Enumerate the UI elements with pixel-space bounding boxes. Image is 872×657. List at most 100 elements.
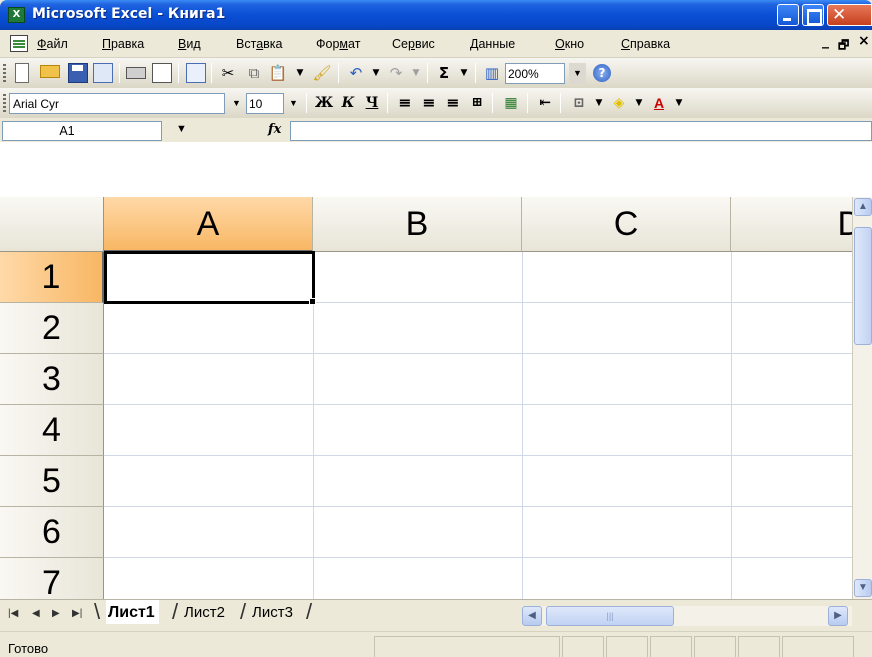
active-cell-a1[interactable] <box>104 251 315 304</box>
scroll-right-icon[interactable]: ▶ <box>828 606 848 626</box>
help-icon[interactable]: ? <box>593 64 611 82</box>
first-sheet-icon[interactable]: |◀ <box>8 608 18 619</box>
doc-restore-icon[interactable]: 🗗 <box>838 36 849 57</box>
name-box[interactable]: A1 <box>2 121 162 141</box>
menu-help[interactable]: Справка <box>621 37 670 51</box>
cells-area[interactable]: A B C D 1 2 3 4 5 6 7 <box>0 197 852 599</box>
currency-style-icon[interactable]: ▦ <box>500 93 522 113</box>
status-text: Готово <box>8 641 49 656</box>
horizontal-scrollbar[interactable]: ◀ ||| ▶ <box>522 606 852 626</box>
horizontal-scroll-thumb[interactable]: ||| <box>546 606 674 626</box>
zoom-select[interactable]: 200% <box>505 63 565 84</box>
menu-view[interactable]: Вид <box>178 37 201 51</box>
font-dropdown-icon[interactable]: ▼ <box>229 93 244 114</box>
fill-handle[interactable] <box>309 298 316 305</box>
font-color-dropdown-icon[interactable]: ▼ <box>668 93 690 113</box>
vertical-scroll-thumb[interactable] <box>854 227 872 345</box>
format-painter-icon[interactable]: 🖌 <box>312 63 332 83</box>
sheet-tab-2[interactable]: Лист2 <box>184 600 225 624</box>
print-preview-icon[interactable] <box>152 63 172 83</box>
merge-center-icon[interactable]: ⊞ <box>466 93 488 113</box>
row-header-2[interactable]: 2 <box>0 303 104 354</box>
row-header-4[interactable]: 4 <box>0 405 104 456</box>
fill-dropdown-icon[interactable]: ▼ <box>628 93 650 113</box>
formula-bar: A1 ▼ fx <box>0 118 872 142</box>
select-all-corner[interactable] <box>0 197 104 252</box>
scroll-left-icon[interactable]: ◀ <box>522 606 542 626</box>
menu-tools[interactable]: Сервис <box>392 37 435 51</box>
research-icon[interactable] <box>186 63 206 83</box>
column-header-c[interactable]: C <box>522 197 731 252</box>
menu-format[interactable]: Формат <box>316 37 360 51</box>
scroll-down-icon[interactable]: ▼ <box>854 579 872 597</box>
sheet-tab-1[interactable]: Лист1 <box>106 600 159 624</box>
new-document-icon[interactable] <box>15 63 29 83</box>
decrease-indent-icon[interactable]: ⇤ <box>534 93 556 113</box>
align-right-icon[interactable]: ≡ <box>442 93 464 113</box>
menu-edit[interactable]: Правка <box>102 37 144 51</box>
autosum-icon[interactable]: Σ <box>434 63 454 83</box>
row-header-7[interactable]: 7 <box>0 558 104 599</box>
formula-input[interactable] <box>290 121 872 141</box>
sheet-tab-3[interactable]: Лист3 <box>252 600 293 624</box>
menu-bar: Файл Правка Вид Вставка Формат Сервис Да… <box>0 30 872 58</box>
permission-icon[interactable] <box>93 63 113 83</box>
bold-button[interactable]: Ж <box>313 93 335 113</box>
vertical-scrollbar[interactable]: ▲ ▼ <box>852 197 872 599</box>
autosum-dropdown-icon[interactable]: ▼ <box>454 63 474 83</box>
align-left-icon[interactable]: ≡ <box>394 93 416 113</box>
next-sheet-icon[interactable]: ▶ <box>52 608 60 619</box>
paste-dropdown-icon[interactable]: ▼ <box>290 63 310 83</box>
window-title: Microsoft Excel - Книга1 <box>32 6 226 22</box>
menu-insert[interactable]: Вставка <box>236 37 282 51</box>
row-header-6[interactable]: 6 <box>0 507 104 558</box>
close-button[interactable]: ✕ <box>827 4 872 26</box>
column-header-b[interactable]: B <box>313 197 522 252</box>
scroll-up-icon[interactable]: ▲ <box>854 198 872 216</box>
zoom-dropdown-icon[interactable]: ▼ <box>569 63 586 84</box>
fill-color-icon[interactable]: ◈ <box>608 93 630 113</box>
underline-button[interactable]: Ч <box>361 93 383 113</box>
doc-minimize-icon[interactable]: _ <box>822 33 829 49</box>
name-box-dropdown-icon[interactable]: ▼ <box>176 123 187 135</box>
sheet-tab-bar: |◀ ◀ ▶ ▶| \ Лист1 / Лист2 / Лист3 / ◀ ||… <box>0 599 872 631</box>
borders-icon[interactable]: ⊡ <box>568 93 590 113</box>
size-dropdown-icon[interactable]: ▼ <box>286 93 301 114</box>
maximize-button[interactable] <box>802 4 824 26</box>
last-sheet-icon[interactable]: ▶| <box>72 608 82 619</box>
insert-function-icon[interactable]: fx <box>268 122 281 137</box>
toolbar-grip[interactable] <box>3 94 6 112</box>
row-header-1[interactable]: 1 <box>0 252 104 303</box>
menu-data[interactable]: Данные <box>470 37 515 51</box>
paste-icon[interactable]: 📋 <box>268 63 288 83</box>
column-header-d[interactable]: D <box>731 197 852 252</box>
open-folder-icon[interactable] <box>40 65 60 78</box>
undo-icon[interactable]: ↶ <box>346 63 366 83</box>
prev-sheet-icon[interactable]: ◀ <box>32 608 40 619</box>
redo-icon[interactable]: ↷ <box>386 63 406 83</box>
menu-window[interactable]: Окно <box>555 37 584 51</box>
print-icon[interactable] <box>126 67 146 79</box>
menu-file[interactable]: Файл <box>37 37 68 51</box>
copy-icon[interactable]: ⧉ <box>244 63 264 83</box>
formatting-toolbar: Arial Cyr ▼ 10 ▼ Ж К Ч ≡ ≡ ≡ ⊞ ▦ ⇤ ⊡ ▼ ◈… <box>0 88 872 118</box>
chart-wizard-icon[interactable]: ▥ <box>482 63 502 83</box>
redo-dropdown-icon[interactable]: ▼ <box>406 63 426 83</box>
undo-dropdown-icon[interactable]: ▼ <box>366 63 386 83</box>
font-color-icon[interactable]: A <box>648 93 670 113</box>
font-size-select[interactable]: 10 <box>246 93 284 114</box>
doc-close-icon[interactable]: × <box>858 33 870 49</box>
align-center-icon[interactable]: ≡ <box>418 93 440 113</box>
save-icon[interactable] <box>68 63 88 83</box>
excel-icon[interactable]: X <box>8 7 25 23</box>
font-name-select[interactable]: Arial Cyr <box>9 93 225 114</box>
cut-icon[interactable]: ✂ <box>218 63 238 83</box>
workbook-icon[interactable] <box>10 35 28 52</box>
borders-dropdown-icon[interactable]: ▼ <box>588 93 610 113</box>
minimize-button[interactable] <box>777 4 799 26</box>
row-header-3[interactable]: 3 <box>0 354 104 405</box>
toolbar-grip[interactable] <box>3 64 6 82</box>
row-header-5[interactable]: 5 <box>0 456 104 507</box>
column-header-a[interactable]: A <box>104 197 313 252</box>
italic-button[interactable]: К <box>337 93 359 113</box>
